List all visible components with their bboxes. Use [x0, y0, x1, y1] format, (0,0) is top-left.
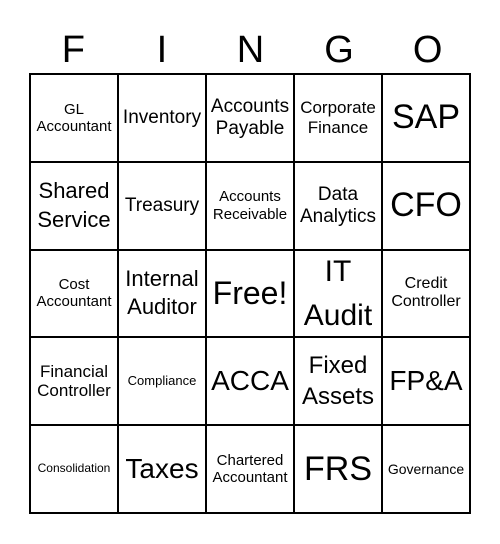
bingo-cell[interactable]: Shared Service: [30, 161, 118, 250]
header-letter: O: [412, 29, 443, 71]
bingo-cell[interactable]: Taxes: [118, 425, 206, 513]
bingo-cell[interactable]: Credit Controller: [382, 249, 470, 338]
header-letter: G: [324, 29, 354, 71]
header-letter: N: [236, 29, 265, 71]
bingo-cell[interactable]: SAP: [382, 74, 470, 162]
free-cell[interactable]: Free!: [206, 249, 294, 338]
bingo-header: F I N G O: [29, 28, 472, 72]
bingo-cell[interactable]: FRS: [294, 425, 382, 513]
bingo-cell[interactable]: Inventory: [118, 74, 206, 162]
bingo-cell[interactable]: Cost Accountant: [30, 249, 118, 338]
bingo-cell[interactable]: Treasury: [118, 161, 206, 250]
bingo-cell[interactable]: Chartered Accountant: [206, 425, 294, 513]
bingo-cell[interactable]: Fixed Assets: [294, 337, 382, 426]
bingo-cell[interactable]: Data Analytics: [294, 161, 382, 250]
bingo-cell[interactable]: Financial Controller: [30, 337, 118, 426]
bingo-cell[interactable]: Compliance: [118, 337, 206, 426]
header-letter: I: [156, 29, 168, 71]
bingo-cell[interactable]: ACCA: [206, 337, 294, 426]
bingo-grid: GL Accountant Inventory Accounts Payable…: [29, 73, 471, 514]
bingo-cell[interactable]: FP&A: [382, 337, 470, 426]
header-letter: F: [61, 29, 85, 71]
bingo-cell[interactable]: Consolidation: [30, 425, 118, 513]
bingo-cell[interactable]: GL Accountant: [30, 74, 118, 162]
bingo-cell[interactable]: Internal Auditor: [118, 249, 206, 338]
bingo-cell[interactable]: Accounts Payable: [206, 74, 294, 162]
bingo-cell[interactable]: Corporate Finance: [294, 74, 382, 162]
bingo-cell[interactable]: Governance: [382, 425, 470, 513]
bingo-cell[interactable]: CFO: [382, 161, 470, 250]
bingo-cell[interactable]: IT Audit: [294, 249, 382, 338]
bingo-cell[interactable]: Accounts Receivable: [206, 161, 294, 250]
